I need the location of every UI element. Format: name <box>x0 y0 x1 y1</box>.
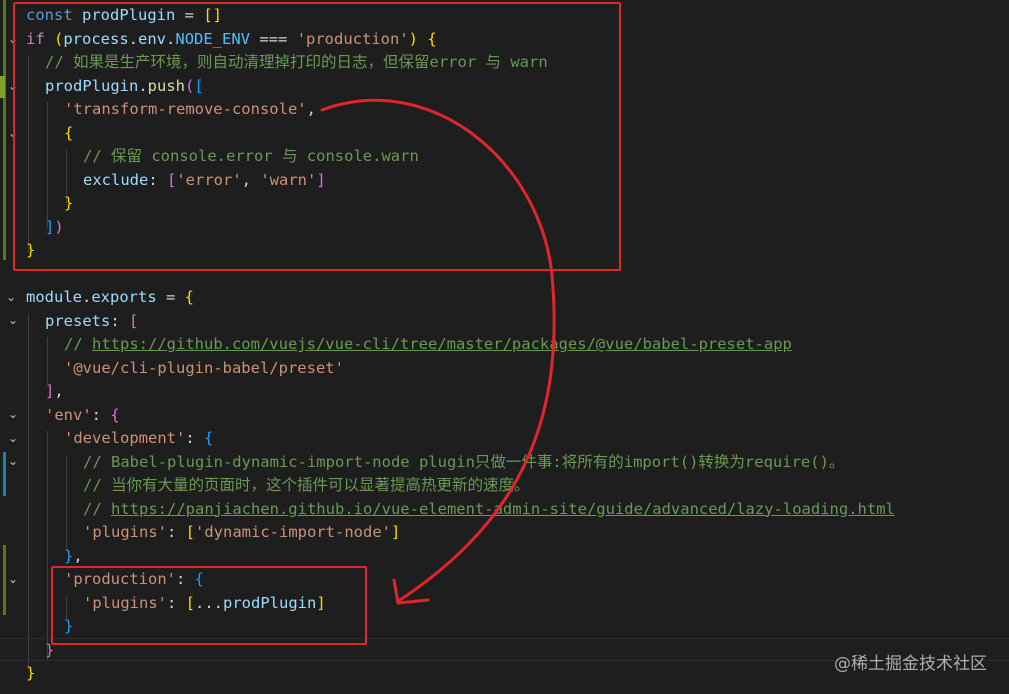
code-editor[interactable]: ⌄ ⌄ ⌄ ⌄ ⌄ ⌄ ⌄ ⌄ ⌄ const prodPlugin = [] i… <box>0 0 1009 694</box>
code-token: , <box>73 546 83 565</box>
code-token: ] <box>390 523 401 541</box>
code-token: ] <box>45 382 55 400</box>
code-line[interactable]: 'env': { <box>45 404 120 428</box>
code-line[interactable]: 'plugins': ['dynamic-import-node'] <box>83 521 400 545</box>
code-token: : <box>167 523 186 541</box>
gutter-modified-marker <box>3 452 6 496</box>
code-token: 'env' <box>45 405 92 424</box>
code-token: : <box>91 405 111 424</box>
code-line[interactable]: }, <box>64 545 83 569</box>
highlight-box-prodplugin <box>13 2 621 271</box>
code-token: } <box>64 546 74 565</box>
code-token: presets <box>45 311 111 330</box>
code-token: [ <box>129 311 139 330</box>
fold-chevron-icon[interactable]: ⌄ <box>8 403 18 427</box>
code-token: // <box>64 335 92 353</box>
code-line[interactable]: // 当你有大量的页面时，这个插件可以显著提高热更新的速度。 <box>83 474 530 498</box>
code-token: : <box>110 311 129 330</box>
code-token: , <box>54 382 64 400</box>
code-token: // 当你有大量的页面时，这个插件可以显著提高热更新的速度。 <box>83 476 530 494</box>
code-token: : <box>185 429 204 447</box>
code-token: } <box>26 664 36 682</box>
code-line[interactable]: // Babel-plugin-dynamic-import-node plug… <box>83 451 844 475</box>
code-token: // <box>83 499 111 518</box>
watermark: @稀土掘金技术社区 <box>834 654 987 674</box>
code-token: // Babel-plugin-dynamic-import-node plug… <box>83 452 845 471</box>
code-token: . <box>82 288 92 306</box>
code-token: 'plugins' <box>83 523 167 541</box>
code-token: 'development' <box>64 429 186 447</box>
code-link[interactable]: https://panjiachen.github.io/vue-element… <box>111 500 895 518</box>
code-token: = <box>156 288 185 306</box>
code-line[interactable]: 'development': { <box>64 427 213 451</box>
code-token: { <box>184 288 195 306</box>
code-line[interactable]: module.exports = { <box>26 286 194 310</box>
code-link[interactable]: https://github.com/vuejs/vue-cli/tree/ma… <box>92 335 792 353</box>
code-token: 'dynamic-import-node' <box>195 523 391 541</box>
code-token: '@vue/cli-plugin-babel/preset' <box>64 358 344 377</box>
fold-chevron-icon[interactable]: ⌄ <box>6 286 16 310</box>
code-line[interactable]: ], <box>45 380 64 404</box>
code-token: exports <box>91 288 157 306</box>
arrow-head-icon <box>392 578 430 605</box>
code-token: module <box>26 288 82 306</box>
code-line[interactable]: } <box>26 662 35 686</box>
fold-chevron-icon[interactable]: ⌄ <box>8 309 18 333</box>
code-line[interactable]: // https://github.com/vuejs/vue-cli/tree… <box>64 333 792 357</box>
code-line[interactable]: presets: [ <box>45 310 138 334</box>
code-token: [ <box>185 523 196 541</box>
indent-guide <box>28 314 29 668</box>
code-line[interactable]: // https://panjiachen.github.io/vue-elem… <box>83 498 895 522</box>
indent-guide <box>66 455 67 549</box>
fold-chevron-icon[interactable]: ⌄ <box>8 427 18 451</box>
code-token: { <box>110 405 120 424</box>
highlight-box-production <box>51 566 367 645</box>
fold-chevron-icon[interactable]: ⌄ <box>8 568 18 592</box>
indent-guide <box>47 337 48 384</box>
indent-guide <box>47 431 48 661</box>
code-line[interactable]: '@vue/cli-plugin-babel/preset' <box>64 357 344 381</box>
code-token: { <box>204 429 214 447</box>
gutter-added-marker <box>3 0 6 260</box>
gutter-added-marker <box>3 545 6 615</box>
fold-chevron-icon[interactable]: ⌄ <box>8 450 18 474</box>
gutter-modified-marker <box>0 76 5 98</box>
